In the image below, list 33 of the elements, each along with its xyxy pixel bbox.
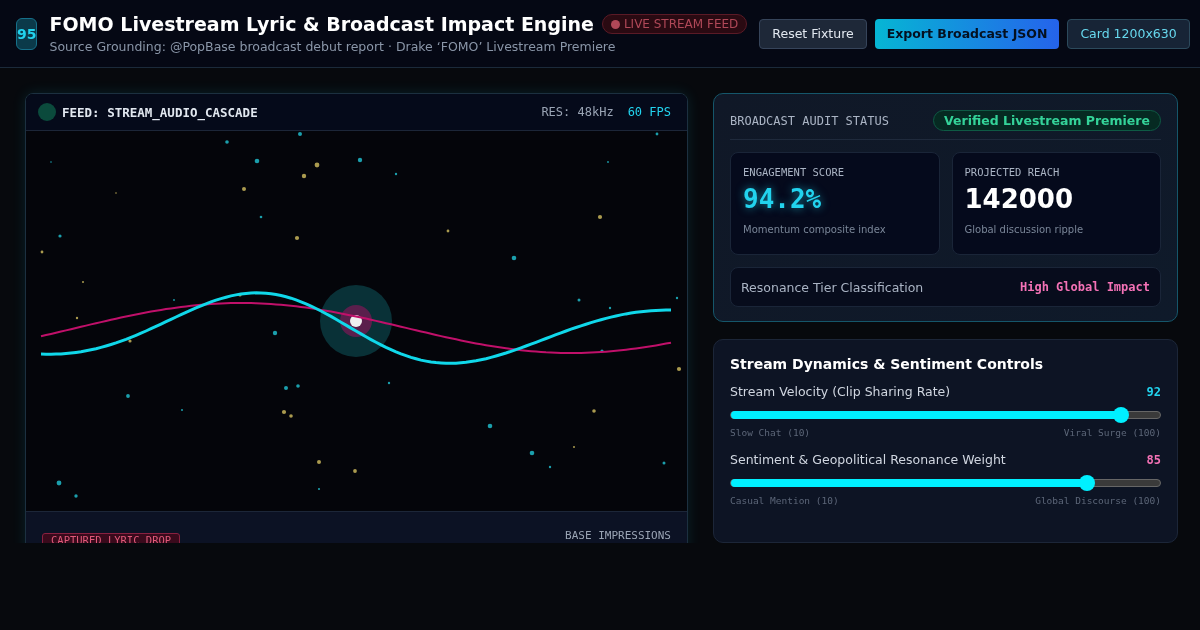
- fps-label: 60 FPS: [627, 105, 671, 119]
- resolution-label: RES: 48kHz: [541, 105, 614, 119]
- metric-caption: Global discussion ripple: [964, 224, 1085, 235]
- slider-value: 85: [1146, 452, 1161, 467]
- metric-value: 94.2%: [743, 184, 823, 214]
- metric-caption: Momentum composite index: [743, 224, 887, 235]
- metric-label: ENGAGEMENT SCORE: [743, 166, 846, 178]
- source-subtitle: Source Grounding: @PopBase broadcast debut report · Drake ‘FOMO’ Livestream Premiere: [49, 39, 617, 54]
- slider-label: Stream Velocity (Clip Sharing Rate): [730, 384, 951, 399]
- metric-label: PROJECTED REACH: [964, 166, 1061, 178]
- slider-thumb[interactable]: [1079, 475, 1096, 491]
- header-button[interactable]: Export Broadcast JSON: [874, 18, 1060, 49]
- header-button[interactable]: Card 1200x630: [1067, 18, 1190, 49]
- slider-max-label: Global Discourse (100): [1035, 495, 1161, 506]
- slider-min-label: Casual Mention (10): [730, 495, 839, 506]
- slider-thumb[interactable]: [1113, 407, 1130, 423]
- tier-label: Resonance Tier Classification: [741, 279, 924, 295]
- audit-title: BROADCAST AUDIT STATUS: [730, 113, 889, 128]
- controls-title: Stream Dynamics & Sentiment Controls: [730, 356, 1045, 372]
- live-badge: LIVE STREAM FEED: [601, 14, 748, 34]
- status-dot-icon: [38, 103, 56, 121]
- feed-title: FEED: STREAM_AUDIO_CASCADE: [62, 104, 259, 120]
- impressions-label: BASE IMPRESSIONS: [565, 529, 671, 542]
- header-button[interactable]: Reset Fixture: [759, 18, 867, 49]
- score-badge: 95: [16, 17, 38, 50]
- slider-min-label: Slow Chat (10): [730, 427, 811, 438]
- app-title: FOMO Livestream Lyric & Broadcast Impact Engine: [49, 13, 594, 35]
- tier-value: High Global Impact: [1019, 280, 1150, 294]
- slider-value: 92: [1146, 384, 1161, 399]
- metric-value: 142000: [964, 184, 1075, 214]
- status-badge: Verified Livestream Premiere: [933, 110, 1161, 131]
- slider-label: Sentiment & Geopolitical Resonance Weight: [730, 452, 1006, 467]
- slider-max-label: Viral Surge (100): [1063, 427, 1161, 438]
